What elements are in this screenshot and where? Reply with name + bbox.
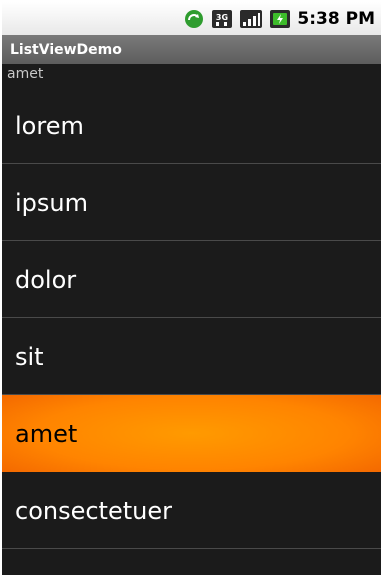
divider	[2, 548, 381, 549]
list-item[interactable]: dolor	[2, 241, 381, 318]
list-item-label: amet	[15, 419, 78, 448]
list-item[interactable]: ipsum	[2, 164, 381, 241]
list-item[interactable]: sit	[2, 318, 381, 395]
list-view[interactable]: lorem ipsum dolor sit amet consectetuer	[2, 87, 381, 549]
sync-icon	[183, 8, 205, 30]
status-bar: 3G 5:38 PM	[2, 2, 381, 35]
selection-text: amet	[7, 66, 44, 82]
list-item-label: consectetuer	[15, 496, 172, 525]
phone-screen: 3G 5:38 PM ListViewDemo amet lorem ipsum…	[2, 2, 381, 575]
app-title-bar: ListViewDemo	[2, 35, 381, 64]
list-item[interactable]: lorem	[2, 87, 381, 164]
signal-strength-icon	[239, 8, 263, 30]
status-icons: 3G 5:38 PM	[183, 2, 381, 35]
list-item-label: dolor	[15, 265, 77, 294]
app-title: ListViewDemo	[10, 41, 122, 58]
list-item-selected[interactable]: amet	[2, 395, 381, 472]
battery-charging-icon	[269, 8, 291, 30]
list-item-label: sit	[15, 342, 44, 371]
status-time: 5:38 PM	[297, 8, 375, 29]
list-item[interactable]: consectetuer	[2, 472, 381, 549]
svg-text:3G: 3G	[216, 13, 228, 22]
network-3g-icon: 3G	[211, 8, 233, 30]
list-item-label: lorem	[15, 111, 84, 140]
list-item-label: ipsum	[15, 188, 88, 217]
